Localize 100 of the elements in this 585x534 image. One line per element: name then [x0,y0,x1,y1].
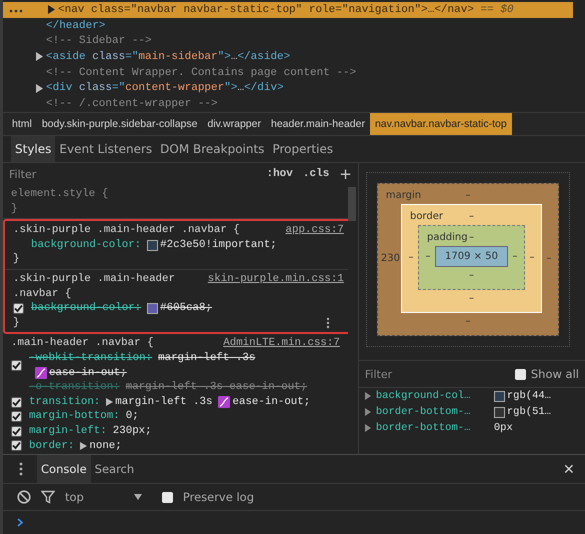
html-punctuation: " [296,4,302,16]
bezier-curve-icon[interactable] [218,396,230,408]
html-tag: </div> [244,82,284,94]
breadcrumb[interactable]: html [7,113,37,135]
box-value: 230 [380,253,401,264]
checkbox[interactable] [11,440,22,452]
box-value: – [528,252,536,263]
html-punctuation: =" [125,50,138,63]
html-punctuation: =" [112,82,126,94]
checkbox[interactable] [11,411,22,422]
dom-node-row[interactable]: </header> [3,18,585,34]
css-property: background-color: [31,301,142,316]
box-value: – [465,316,470,327]
css-value: rgb(51… [506,406,551,418]
expand-arrow-icon[interactable] [106,398,114,406]
more-icon[interactable] [9,9,23,13]
expand-arrow-icon[interactable] [36,52,43,62]
closing-brace: } [13,316,20,330]
attribute-value: navigation [348,4,415,16]
box-value: – [424,251,432,262]
collapsed-content: … [428,4,434,16]
dom-node-row[interactable]: <!-- /.content-wrapper --> [3,96,585,112]
checkbox[interactable] [11,396,22,408]
css-value: rgb(44… [506,390,551,402]
breadcrumb[interactable]: header.main-header [266,113,370,135]
source-link[interactable]: skin-purple.min.css:1 [208,272,344,287]
toolbar-button[interactable]: :hov [264,168,295,180]
caret-icon[interactable] [134,494,142,500]
color-swatch[interactable] [147,240,158,251]
html-tag: <div [46,82,72,94]
css-property: transition: [29,394,100,410]
box-value: – [512,251,518,262]
dom-node-row[interactable]: <nav class="navbar navbar-static-top" role="navigation">…</nav> == $0 [3,2,573,18]
css-property: -o-transition: [29,380,120,395]
dom-node-row[interactable]: <div class="content-wrapper">…</div> [3,80,585,96]
css-selector: .skin-purple .main-header [13,272,175,287]
panel-tab[interactable]: Properties [268,136,338,162]
box-value: – [407,252,414,263]
css-value: #2c3e50!important; [160,238,277,252]
color-swatch[interactable] [147,302,158,314]
scrollbar-thumb[interactable] [348,187,356,221]
filter-field[interactable]: Filter [364,368,510,380]
css-value: margin-left .3s [115,394,212,410]
breadcrumb[interactable]: body.skin-purple.sidebar-collapse [36,113,202,135]
clear-icon[interactable] [17,490,31,504]
selected-marker: == $0 [480,4,514,16]
checkbox[interactable] [11,360,22,372]
breadcrumb[interactable]: nav.navbar.navbar-static-top [370,113,512,135]
toolbar-button[interactable]: .cls [300,168,332,180]
context-dropdown[interactable]: top [65,490,142,504]
checkbox[interactable] [514,368,526,380]
bezier-curve-icon[interactable] [35,366,47,379]
content-box: 1709 × 50 [434,246,508,267]
expand-arrow-icon[interactable] [80,442,88,450]
checkbox[interactable] [162,492,173,502]
toolbar-button[interactable]: + [337,165,354,183]
close-button[interactable]: ✕ [553,455,585,483]
box-value: – [465,190,470,200]
filter-icon[interactable] [41,490,55,504]
html-attribute: role [308,4,336,16]
dom-node-row[interactable]: <!-- Sidebar --> [3,33,585,50]
closing-brace: } [11,202,18,216]
box-label: border [408,210,444,222]
panel-tab[interactable]: Event Listeners [55,136,156,162]
checkbox-label: Show all [530,367,579,381]
more-icon[interactable] [326,317,330,330]
html-punctuation: > [467,4,474,16]
css-property: -webkit-transition: [29,350,152,366]
drawer-tab[interactable]: Search [90,455,138,483]
html-comment: <!-- Sidebar --> [46,35,152,48]
css-value: 0; [126,409,139,424]
checkbox[interactable] [13,302,24,314]
source-link[interactable]: AdminLTE.min.css:7 [223,336,340,351]
attribute-value: content-wrapper [125,82,224,94]
dom-node-row[interactable]: <!-- Content Wrapper. Contains page content --> [3,64,585,80]
breadcrumb[interactable]: div.wrapper [202,113,266,135]
css-value: #605ca8; [160,301,212,316]
panel-tab[interactable]: Styles [11,136,56,162]
html-tag: </aside> [237,50,290,63]
box-value: – [468,293,474,304]
css-value: margin-left .3s ease-in-out; [126,380,308,395]
html-punctuation: "> [224,82,238,94]
dom-node-row[interactable]: <aside class="main-sidebar">…</aside> [3,49,585,65]
filter-field[interactable]: Filter [9,168,258,180]
box-label: margin [384,190,422,200]
css-value: margin-left .3s [158,350,256,366]
html-attribute: class [90,4,124,16]
expand-arrow-icon[interactable] [36,84,43,93]
expand-arrow-icon[interactable] [48,5,55,14]
html-comment: <!-- /.content-wrapper --> [46,98,218,110]
source-link[interactable]: app.css:7 [286,223,344,238]
panel-tab[interactable]: DOM Breakpoints [156,136,268,162]
css-value: 0px [494,422,513,434]
css-selector: .navbar { [13,286,72,302]
drawer-tab[interactable]: Console [37,455,91,483]
checkbox-label: Preserve log [182,490,254,504]
html-punctuation: </ [434,4,448,16]
html-tag: </header> [46,20,106,32]
checkbox[interactable] [11,426,22,437]
box-value: – [546,253,552,264]
